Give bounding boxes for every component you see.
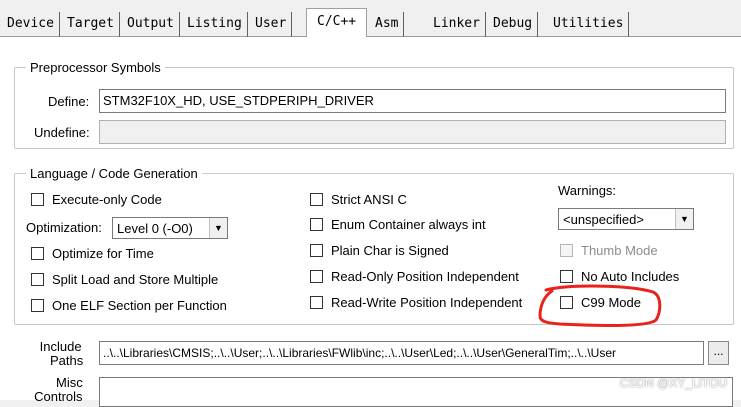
strict-ansi-checkbox[interactable]: Strict ANSI C xyxy=(310,192,407,207)
checkbox-box[interactable] xyxy=(310,218,323,231)
chevron-down-icon[interactable]: ▼ xyxy=(209,218,227,238)
undefine-label: Undefine: xyxy=(34,125,90,140)
checkbox-box xyxy=(560,244,573,257)
tab-c-cpp[interactable]: C/C++ xyxy=(306,8,368,38)
rw-pi-label: Read-Write Position Independent xyxy=(331,295,523,310)
include-paths-browse-button[interactable]: ... xyxy=(708,341,729,365)
enum-container-checkbox[interactable]: Enum Container always int xyxy=(310,217,486,232)
include-paths-input[interactable]: ..\..\Libraries\CMSIS;..\..\User;..\..\L… xyxy=(99,341,704,365)
tab-output[interactable]: Output xyxy=(122,12,180,37)
execute-only-checkbox[interactable]: Execute-only Code xyxy=(31,192,162,207)
checkbox-box[interactable] xyxy=(310,193,323,206)
split-load-checkbox[interactable]: Split Load and Store Multiple xyxy=(31,272,218,287)
checkbox-box[interactable] xyxy=(310,296,323,309)
thumb-mode-checkbox: Thumb Mode xyxy=(560,243,658,258)
split-load-label: Split Load and Store Multiple xyxy=(52,272,219,287)
warnings-select[interactable]: <unspecified> ▼ xyxy=(558,208,694,230)
optimization-select[interactable]: Level 0 (-O0) ▼ xyxy=(112,217,228,239)
tab-device[interactable]: Device xyxy=(2,12,60,37)
plain-char-label: Plain Char is Signed xyxy=(331,243,449,258)
tab-user[interactable]: User xyxy=(250,12,293,37)
enum-container-label: Enum Container always int xyxy=(331,217,486,232)
chevron-down-icon[interactable]: ▼ xyxy=(675,209,693,229)
one-elf-checkbox[interactable]: One ELF Section per Function xyxy=(31,298,227,313)
checkbox-box[interactable] xyxy=(31,193,44,206)
define-label: Define: xyxy=(48,94,90,109)
preprocessor-title: Preprocessor Symbols xyxy=(26,60,165,75)
thumb-mode-label: Thumb Mode xyxy=(581,243,658,258)
tab-strip: Device Target Output Listing User C/C++ … xyxy=(0,0,741,40)
one-elf-label: One ELF Section per Function xyxy=(52,298,227,313)
tab-listing[interactable]: Listing xyxy=(182,12,248,37)
optimize-time-checkbox[interactable]: Optimize for Time xyxy=(31,246,154,261)
optimization-label: Optimization: xyxy=(26,220,102,235)
warnings-value: <unspecified> xyxy=(563,211,644,227)
checkbox-box[interactable] xyxy=(31,273,44,286)
execute-only-label: Execute-only Code xyxy=(52,192,162,207)
tab-target[interactable]: Target xyxy=(62,12,120,37)
undefine-input[interactable] xyxy=(99,120,726,144)
warnings-label: Warnings: xyxy=(558,183,617,198)
tab-linker[interactable]: Linker xyxy=(428,12,486,37)
include-paths-label: Include Paths xyxy=(39,339,84,368)
ro-pi-checkbox[interactable]: Read-Only Position Independent xyxy=(310,269,519,284)
checkbox-box[interactable] xyxy=(31,247,44,260)
plain-char-checkbox[interactable]: Plain Char is Signed xyxy=(310,243,449,258)
define-input[interactable]: STM32F10X_HD, USE_STDPERIPH_DRIVER xyxy=(99,89,726,113)
optimize-time-label: Optimize for Time xyxy=(52,246,154,261)
language-title: Language / Code Generation xyxy=(26,166,202,181)
tab-debug[interactable]: Debug xyxy=(488,12,539,37)
rw-pi-checkbox[interactable]: Read-Write Position Independent xyxy=(310,295,522,310)
checkbox-box[interactable] xyxy=(310,270,323,283)
tab-utilities[interactable]: Utilities xyxy=(548,12,630,37)
watermark: CSDN @XY_LITOU xyxy=(619,376,727,390)
strict-ansi-label: Strict ANSI C xyxy=(331,192,407,207)
optimization-value: Level 0 (-O0) xyxy=(117,220,193,236)
ro-pi-label: Read-Only Position Independent xyxy=(331,269,519,284)
checkbox-box[interactable] xyxy=(31,299,44,312)
annotation-circle xyxy=(538,284,662,327)
tab-asm[interactable]: Asm xyxy=(370,12,405,37)
checkbox-box[interactable] xyxy=(310,244,323,257)
